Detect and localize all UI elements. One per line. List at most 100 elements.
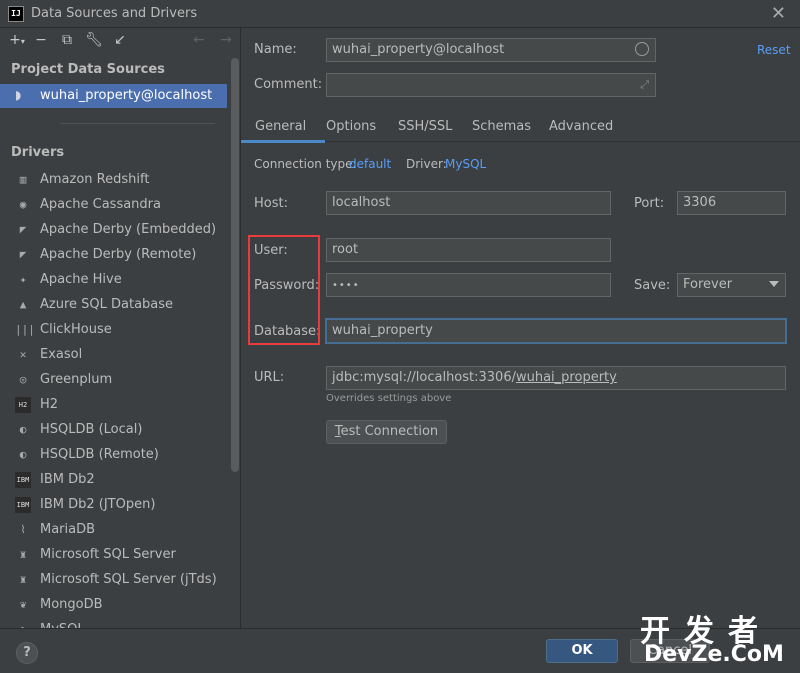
driver-label: IBM Db2 (JTOpen) (40, 497, 156, 512)
mysql-icon: ◗ (15, 88, 22, 102)
data-source-label: wuhai_property@localhost (40, 88, 213, 103)
redshift-icon: ▥ (19, 173, 27, 186)
highlight-box (248, 235, 320, 345)
driver-item[interactable]: ✦ Apache Hive (0, 268, 227, 293)
driver-label: Apache Derby (Embedded) (40, 222, 217, 237)
url-field[interactable]: jdbc:mysql://localhost:3306/wuhai_proper… (326, 366, 786, 390)
driver-item[interactable]: ◤ Apache Derby (Remote) (0, 243, 227, 268)
url-prefix: jdbc:mysql://localhost:3306/ (332, 370, 516, 385)
driver-item[interactable]: ✕ Exasol (0, 343, 227, 368)
driver-link[interactable]: MySQL (445, 157, 486, 171)
tab-ssh-ssl[interactable]: SSH/SSL (398, 119, 452, 134)
driver-item[interactable]: ◉ Apache Cassandra (0, 193, 227, 218)
driver-label: Apache Hive (40, 272, 122, 287)
ibm-db2-icon: IBM (15, 497, 31, 513)
driver-item[interactable]: IBM IBM Db2 (JTOpen) (0, 493, 227, 518)
driver-label: MongoDB (40, 597, 103, 612)
mongodb-icon: ❦ (19, 598, 27, 611)
back-icon[interactable]: ← (190, 31, 208, 49)
tab-bar: General Options SSH/SSL Schemas Advanced (241, 112, 800, 142)
reset-link[interactable]: Reset (757, 43, 791, 57)
forward-icon[interactable]: → (217, 31, 235, 49)
driver-item[interactable]: ▥ Amazon Redshift (0, 168, 227, 193)
driver-label: Exasol (40, 347, 83, 362)
driver-label: Amazon Redshift (40, 172, 150, 187)
url-hint: Overrides settings above (326, 393, 452, 404)
import-icon[interactable]: ↙ (111, 31, 129, 49)
name-field[interactable]: wuhai_property@localhost (326, 38, 656, 62)
wrench-icon[interactable]: 🔧︎ (85, 31, 103, 49)
mariadb-icon: ⌇ (20, 523, 26, 536)
name-label: Name: (254, 42, 297, 57)
derby-icon: ◤ (19, 223, 27, 236)
driver-item[interactable]: ♜ Microsoft SQL Server (jTds) (0, 568, 227, 593)
divider (60, 123, 215, 124)
window-title: Data Sources and Drivers (31, 6, 198, 21)
driver-label: ClickHouse (40, 322, 112, 337)
driver-label: Driver: (406, 157, 447, 171)
connection-type-link[interactable]: default (349, 157, 391, 171)
driver-label: Apache Derby (Remote) (40, 247, 197, 262)
driver-label: HSQLDB (Local) (40, 422, 143, 437)
close-icon[interactable]: ✕ (771, 3, 786, 24)
cancel-button[interactable]: Cancel (630, 639, 710, 663)
driver-item[interactable]: ❦ MongoDB (0, 593, 227, 618)
ibm-db2-icon: IBM (15, 472, 31, 488)
title-bar: IJ Data Sources and Drivers ✕ (0, 0, 800, 28)
driver-item[interactable]: ◤ Apache Derby (Embedded) (0, 218, 227, 243)
azure-icon: ▲ (19, 298, 27, 311)
duplicate-icon[interactable]: ⧉ (58, 31, 76, 49)
help-button[interactable]: ? (16, 642, 38, 664)
driver-label: Microsoft SQL Server (jTds) (40, 572, 217, 587)
bottom-bar: ? OK Cancel (0, 628, 800, 673)
tab-advanced[interactable]: Advanced (549, 119, 613, 134)
data-source-item[interactable]: ◗ wuhai_property@localhost (0, 84, 227, 108)
color-circle-icon[interactable] (635, 42, 649, 56)
host-label: Host: (254, 196, 288, 211)
save-select[interactable]: Forever (677, 273, 786, 297)
database-field[interactable]: wuhai_property (325, 318, 787, 344)
tab-schemas[interactable]: Schemas (472, 119, 531, 134)
left-panel: +▾ − ⧉ 🔧︎ ↙ ← → Project Data Sources ◗ w… (0, 28, 241, 628)
user-field[interactable]: root (326, 238, 611, 262)
tab-options[interactable]: Options (326, 119, 376, 134)
host-field[interactable]: localhost (326, 191, 611, 215)
tab-general[interactable]: General (255, 119, 306, 134)
ok-button[interactable]: OK (546, 639, 618, 663)
port-value: 3306 (683, 195, 717, 210)
driver-label: MariaDB (40, 522, 96, 537)
driver-label: Greenplum (40, 372, 113, 387)
driver-item[interactable]: ◎ Greenplum (0, 368, 227, 393)
drivers-list: ▥ Amazon Redshift ◉ Apache Cassandra ◤ Apache… (0, 168, 227, 628)
port-field[interactable]: 3306 (677, 191, 786, 215)
drivers-scrollbar[interactable] (231, 58, 239, 472)
h2-icon: H2 (15, 397, 31, 413)
driver-item[interactable]: ◐ HSQLDB (Local) (0, 418, 227, 443)
derby-icon: ◤ (19, 248, 27, 261)
test-connection-button[interactable]: Test Connection (326, 420, 447, 444)
remove-icon[interactable]: − (32, 31, 50, 49)
driver-label: Microsoft SQL Server (40, 547, 176, 562)
password-field[interactable]: •••• (326, 273, 611, 297)
password-value: •••• (332, 280, 360, 291)
greenplum-icon: ◎ (19, 373, 27, 386)
driver-item[interactable]: ◗MySQL (0, 618, 227, 628)
driver-item[interactable]: ◐ HSQLDB (Remote) (0, 443, 227, 468)
test-connection-label: est Connection (340, 424, 439, 439)
intellij-app-icon: IJ (8, 6, 24, 22)
hive-icon: ✦ (19, 273, 27, 286)
driver-item[interactable]: H2 H2 (0, 393, 227, 418)
data-source-toolbar: +▾ − ⧉ 🔧︎ ↙ ← → (0, 28, 241, 56)
add-icon[interactable]: +▾ (8, 31, 26, 49)
exasol-icon: ✕ (19, 348, 27, 361)
driver-label: IBM Db2 (40, 472, 95, 487)
driver-item[interactable]: ▲ Azure SQL Database (0, 293, 227, 318)
comment-field[interactable]: ⤢ (326, 73, 656, 97)
driver-item[interactable]: IBM IBM Db2 (0, 468, 227, 493)
clickhouse-icon: ||| (15, 323, 35, 336)
driver-item[interactable]: ⌇ MariaDB (0, 518, 227, 543)
expand-icon[interactable]: ⤢ (640, 77, 649, 93)
driver-item[interactable]: ♜ Microsoft SQL Server (0, 543, 227, 568)
save-label: Save: (634, 278, 671, 293)
driver-item[interactable]: ||| ClickHouse (0, 318, 227, 343)
